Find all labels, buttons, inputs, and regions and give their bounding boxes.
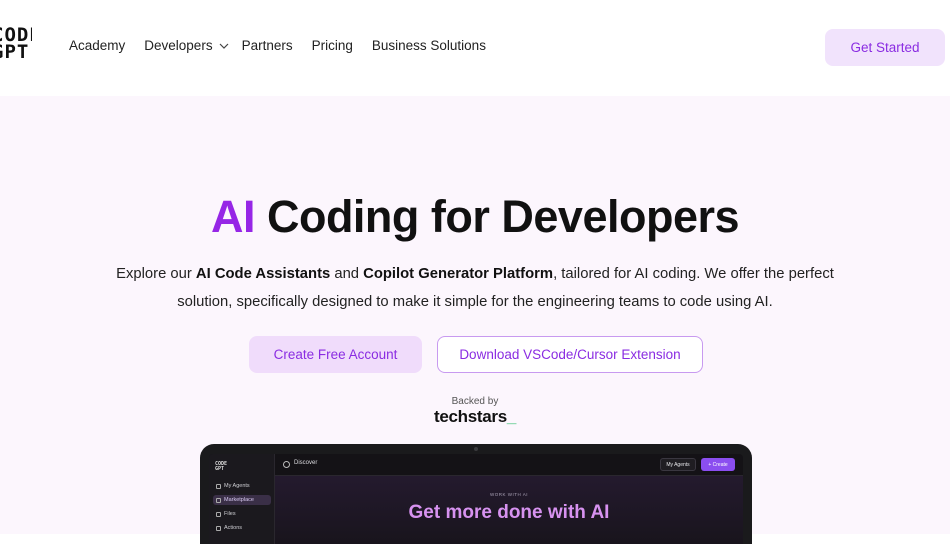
mockup-topbar-title: Discover (294, 460, 318, 466)
mockup-eyebrow: WORK WITH AI (490, 492, 528, 497)
mockup-sidebar-label: My Agents (224, 483, 250, 489)
nav-item-academy[interactable]: Academy (69, 38, 125, 53)
mockup-sidebar-label: Marketplace (224, 497, 254, 503)
download-extension-button[interactable]: Download VSCode/Cursor Extension (437, 336, 703, 373)
mockup-sidebar-label: Files (224, 511, 236, 517)
nav-item-business-solutions[interactable]: Business Solutions (372, 38, 486, 53)
create-free-account-button[interactable]: Create Free Account (249, 336, 422, 373)
nav-item-partners[interactable]: Partners (242, 38, 293, 53)
mockup-sidebar-item-files: Files (213, 509, 271, 519)
hero-subtitle-text: and (330, 266, 364, 282)
mockup-sidebar-label: Actions (224, 525, 243, 531)
hero-subtitle-bold-copilot-generator: Copilot Generator Platform (363, 266, 554, 282)
file-icon (216, 511, 221, 517)
mockup-heading: Get more done with AI (408, 502, 610, 523)
nav-item-developers[interactable]: Developers (144, 38, 229, 53)
mockup-my-agents-button: My Agents (660, 458, 696, 471)
backed-by-label: Backed by (451, 396, 499, 407)
hero-title: AI Coding for Developers (0, 191, 950, 243)
top-nav: CODE GPT Academy Developers Partners Pri… (0, 0, 950, 96)
mockup-sidebar-item-actions: Actions (213, 523, 271, 533)
hero-title-accent: AI (210, 191, 256, 242)
logo[interactable]: CODE GPT (0, 27, 32, 67)
app-screenshot: CODE GPT My Agents Marketplace Files Acti… (209, 454, 743, 544)
hero-subtitle-bold-ai-code-assistants: AI Code Assistants (195, 266, 331, 282)
chat-icon (216, 483, 221, 489)
techstars-name: techstars (433, 407, 507, 426)
mockup-logo-line2: GPT (215, 466, 225, 472)
mockup-sidebar: CODE GPT My Agents Marketplace Files Acti… (209, 454, 275, 544)
techstars-underscore: _ (506, 407, 517, 426)
mockup-logo: CODE GPT (215, 462, 227, 472)
chevron-down-icon (219, 43, 229, 49)
nav-links: Academy Developers Partners Pricing Busi… (69, 38, 505, 53)
mockup-topbar: Discover My Agents + Create (275, 454, 743, 476)
logo-line2: GPT (0, 41, 30, 63)
hero-subtitle: Explore our AI Code Assistants and Copil… (110, 260, 840, 316)
hero-section: AI Coding for Developers Explore our AI … (0, 96, 950, 544)
hero-title-rest: Coding for Developers (254, 191, 740, 242)
laptop-mockup: CODE GPT My Agents Marketplace Files Acti… (200, 444, 752, 544)
camera-dot (474, 447, 478, 451)
actions-icon (216, 525, 221, 531)
mockup-sidebar-item-marketplace: Marketplace (213, 495, 271, 505)
get-started-button[interactable]: Get Started (825, 29, 945, 66)
store-icon (216, 497, 221, 503)
mockup-sidebar-item-my-agents: My Agents (213, 481, 271, 491)
nav-item-pricing[interactable]: Pricing (312, 38, 353, 53)
nav-item-developers-label: Developers (144, 38, 213, 53)
mockup-create-button: + Create (701, 458, 735, 471)
hero-subtitle-text: Explore our (116, 266, 196, 282)
compass-icon (283, 461, 290, 468)
techstars-logo[interactable]: techstars_ (0, 407, 950, 427)
